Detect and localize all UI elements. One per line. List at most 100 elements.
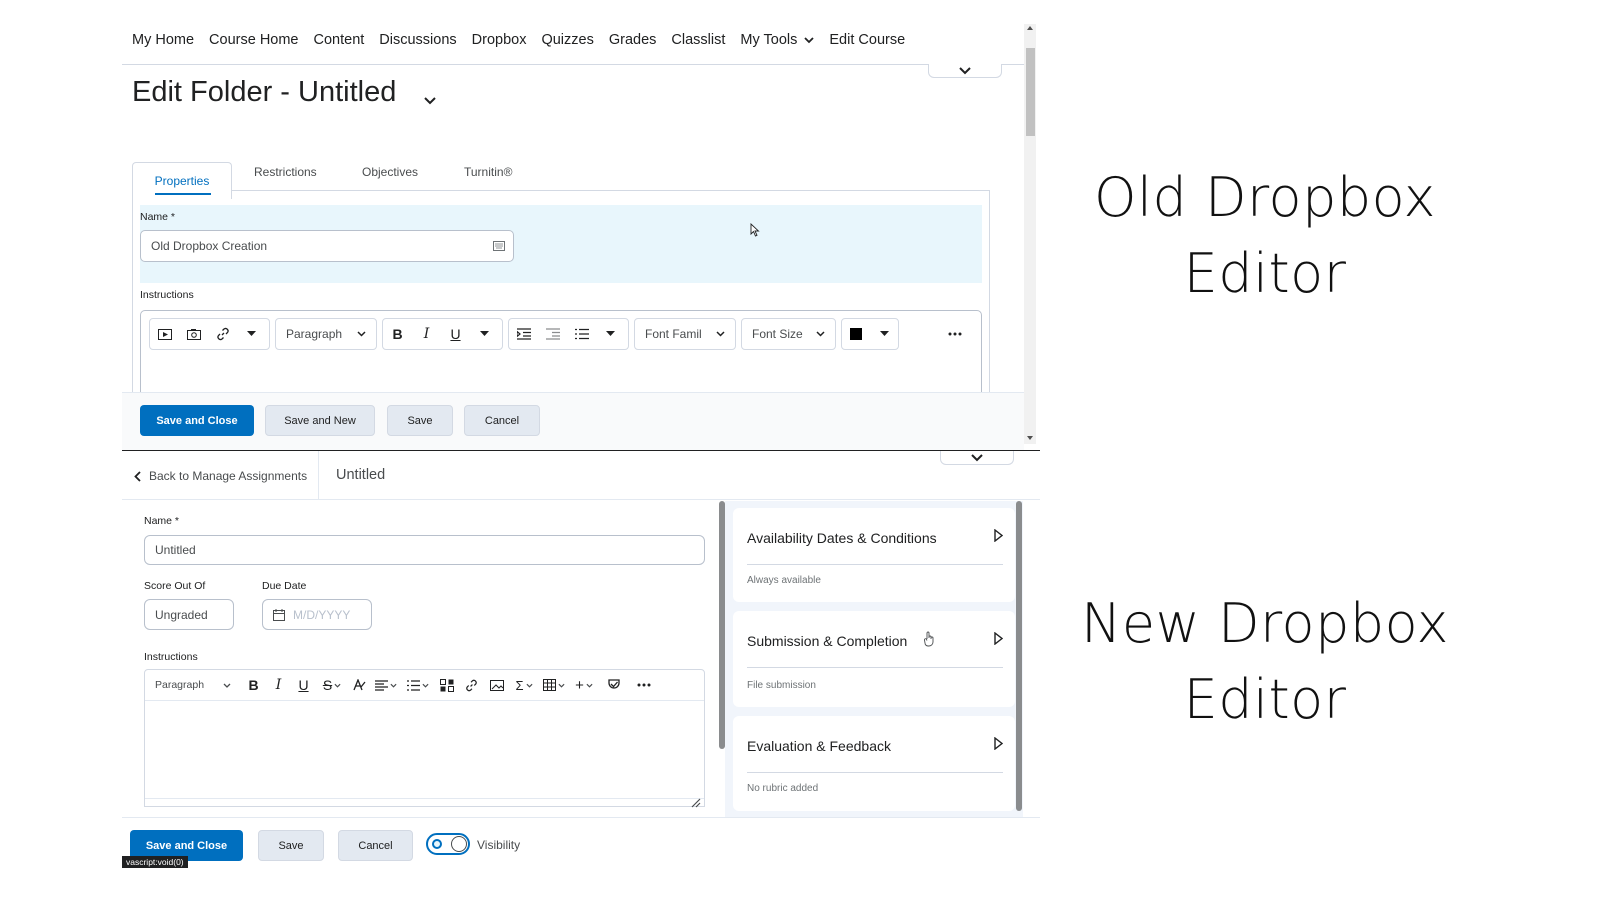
options-panel: Availability Dates & Conditions Always a… <box>725 501 1023 817</box>
save-button[interactable]: Save <box>258 830 324 861</box>
save-and-close-button[interactable]: Save and Close <box>140 405 254 436</box>
calendar-icon <box>273 608 285 621</box>
caret-down-icon[interactable] <box>870 319 898 349</box>
availability-card[interactable]: Availability Dates & Conditions Always a… <box>733 508 1015 602</box>
bullet-list-icon[interactable] <box>402 670 434 700</box>
collapse-navbar-button[interactable] <box>940 451 1014 465</box>
italic-icon[interactable]: I <box>412 319 441 349</box>
paragraph-select[interactable]: Paragraph <box>275 318 377 350</box>
scrollbar-thumb[interactable] <box>1026 48 1035 136</box>
nav-content[interactable]: Content <box>314 32 365 48</box>
score-value: Ungraded <box>155 607 208 622</box>
nav-dropbox[interactable]: Dropbox <box>472 32 527 48</box>
tab-objectives[interactable]: Objectives <box>362 165 418 179</box>
color-swatch-icon[interactable] <box>842 319 870 349</box>
card-title: Evaluation & Feedback <box>747 738 891 754</box>
old-editor-heading: Old Dropbox Editor <box>1060 160 1470 312</box>
align-icon[interactable] <box>370 670 402 700</box>
submission-card[interactable]: Submission & Completion File submission <box>733 611 1015 707</box>
plus-icon[interactable]: + <box>569 670 599 700</box>
video-icon[interactable] <box>150 319 179 349</box>
table-icon[interactable] <box>539 670 569 700</box>
font-size-select[interactable]: Font Size <box>741 318 836 350</box>
image-icon[interactable] <box>484 670 509 700</box>
font-family-select[interactable]: Font Famil <box>634 318 736 350</box>
cancel-button[interactable]: Cancel <box>464 405 540 436</box>
collapse-navbar-button[interactable] <box>928 64 1002 78</box>
title-context-menu[interactable] <box>424 92 436 110</box>
card-title: Submission & Completion <box>747 633 908 649</box>
text-color-group <box>841 318 899 350</box>
options-scrollbar[interactable] <box>1016 501 1022 811</box>
name-label: Name * <box>144 515 180 527</box>
course-navbar: My Home Course Home Content Discussions … <box>132 32 905 48</box>
tab-turnitin[interactable]: Turnitin® <box>464 165 512 179</box>
link-icon[interactable] <box>459 670 484 700</box>
scroll-up-icon[interactable] <box>1027 26 1033 30</box>
card-divider <box>747 564 1003 565</box>
expand-arrow-icon <box>994 737 1003 750</box>
save-and-new-button[interactable]: Save and New <box>265 405 375 436</box>
caret-down-icon[interactable] <box>596 319 625 349</box>
caret-down-icon[interactable] <box>470 319 499 349</box>
old-dropbox-editor: My Home Course Home Content Discussions … <box>122 24 1042 450</box>
bold-icon[interactable]: B <box>383 319 412 349</box>
italic-icon[interactable]: I <box>266 670 291 700</box>
nav-my-tools[interactable]: My Tools <box>740 32 815 48</box>
visibility-toggle[interactable] <box>426 833 470 855</box>
nav-course-home[interactable]: Course Home <box>209 32 298 48</box>
name-input[interactable]: Untitled <box>144 535 705 565</box>
cancel-button[interactable]: Cancel <box>338 830 413 861</box>
eye-icon <box>432 839 442 849</box>
nav-edit-course[interactable]: Edit Course <box>829 32 905 48</box>
evaluation-card[interactable]: Evaluation & Feedback No rubric added <box>733 716 1015 811</box>
score-out-of-input[interactable]: Ungraded <box>144 599 234 630</box>
due-date-input[interactable]: M/D/YYYY <box>262 599 372 630</box>
underline-icon[interactable]: U <box>291 670 316 700</box>
instructions-editor[interactable]: Paragraph B I U S Σ + <box>144 669 705 808</box>
tab-properties[interactable]: Properties <box>132 162 232 199</box>
nav-grades[interactable]: Grades <box>609 32 657 48</box>
chevron-down-icon <box>804 37 815 44</box>
name-input[interactable]: Old Dropbox Creation <box>140 230 514 262</box>
header-bottom-divider <box>122 499 1040 500</box>
equation-icon[interactable]: Σ <box>509 670 539 700</box>
more-options-icon[interactable] <box>629 670 659 700</box>
more-options-icon[interactable] <box>940 319 969 349</box>
resize-handle-icon[interactable] <box>691 798 701 808</box>
paragraph-select[interactable]: Paragraph <box>145 670 241 700</box>
bullet-list-icon[interactable] <box>567 319 596 349</box>
strikethrough-icon[interactable]: S <box>316 670 348 700</box>
nav-classlist[interactable]: Classlist <box>671 32 725 48</box>
instructions-label: Instructions <box>140 289 194 301</box>
keyboard-icon <box>493 241 505 251</box>
chevron-down-icon <box>816 331 825 337</box>
insert-toolbar-group <box>149 318 270 350</box>
accessibility-check-icon[interactable] <box>599 670 629 700</box>
expand-arrow-icon <box>994 632 1003 645</box>
clear-format-icon[interactable] <box>348 670 370 700</box>
card-divider <box>747 772 1003 773</box>
outdent-icon[interactable] <box>538 319 567 349</box>
nav-quizzes[interactable]: Quizzes <box>541 32 593 48</box>
card-summary: No rubric added <box>747 783 819 794</box>
bold-icon[interactable]: B <box>241 670 266 700</box>
underline-icon[interactable]: U <box>441 319 470 349</box>
scroll-down-icon[interactable] <box>1027 436 1033 440</box>
indent-icon[interactable] <box>509 319 538 349</box>
caret-down-icon[interactable] <box>237 319 266 349</box>
save-button[interactable]: Save <box>387 405 453 436</box>
link-icon[interactable] <box>208 319 237 349</box>
nav-discussions[interactable]: Discussions <box>379 32 456 48</box>
nav-my-home[interactable]: My Home <box>132 32 194 48</box>
insert-stuff-icon[interactable] <box>434 670 459 700</box>
browser-status-bar: vascript:void(0) <box>122 856 188 868</box>
font-family-label: Font Famil <box>645 327 702 341</box>
image-icon[interactable] <box>179 319 208 349</box>
back-to-manage-assignments-link[interactable]: Back to Manage Assignments <box>134 469 307 483</box>
due-date-placeholder: M/D/YYYY <box>293 607 351 622</box>
page-scrollbar[interactable] <box>1024 24 1036 444</box>
mouse-cursor-icon <box>750 223 760 237</box>
tab-restrictions[interactable]: Restrictions <box>254 165 317 179</box>
instructions-label: Instructions <box>144 651 198 663</box>
